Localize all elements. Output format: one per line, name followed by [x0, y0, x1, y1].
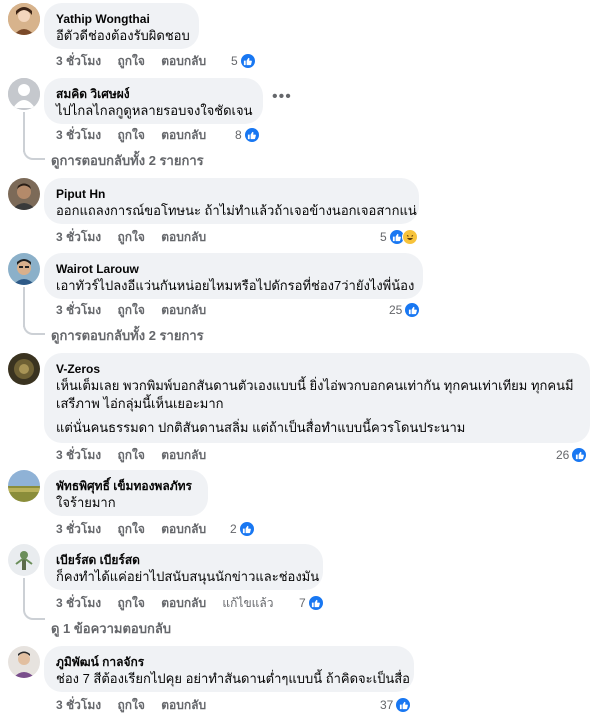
more-options-icon[interactable]: •••	[272, 88, 292, 106]
comment-text: เอาทัวร์ไปลงอีแว่นกันหน่อยไหมหรือไปดักรอ…	[56, 278, 415, 293]
reaction-count: 5	[231, 54, 238, 68]
reply-button[interactable]: ตอบกลับ	[161, 230, 206, 244]
commenter-name[interactable]: Yathip Wongthai	[56, 11, 187, 27]
reaction-count: 8	[235, 128, 242, 142]
like-reaction-icon	[239, 53, 256, 69]
commenter-name[interactable]: Piput Hn	[56, 186, 407, 202]
reply-button[interactable]: ตอบกลับ	[161, 596, 206, 610]
comment-bubble: ภูมิพัฒน์ กาลจักร ช่อง 7 สีต้องเรียกไปคุ…	[44, 646, 414, 692]
comment-bubble: Yathip Wongthai อีตัวดีช่องต้องรับผิดชอบ	[44, 3, 199, 49]
view-replies-link[interactable]: ดูการตอบกลับทั้ง 2 รายการ	[51, 327, 204, 345]
view-replies-link[interactable]: ดู 1 ข้อความตอบกลับ	[51, 620, 171, 638]
commenter-name[interactable]: พัทธพิศุทธิ์ เข็มทองพลภัทร	[56, 478, 196, 494]
reaction-summary[interactable]: 26	[556, 447, 588, 463]
comment-time[interactable]: 3 ชั่วโมง	[56, 698, 101, 712]
reply-button[interactable]: ตอบกลับ	[161, 448, 206, 462]
reaction-count: 5	[380, 230, 387, 244]
like-button[interactable]: ถูกใจ	[117, 698, 144, 712]
like-reaction-icon	[238, 521, 255, 537]
reaction-summary[interactable]: 5	[380, 229, 418, 245]
avatar[interactable]	[8, 3, 40, 35]
reply-button[interactable]: ตอบกลับ	[161, 522, 206, 536]
like-reaction-icon	[404, 302, 421, 318]
comment-text: ก็คงทำได้แค่อย่าไปสนับสนุนนักข่าวและช่อง…	[56, 569, 320, 584]
commenter-name[interactable]: สมคิด วิเศษผง์	[56, 86, 251, 102]
comment-actions: 3 ชั่วโมง ถูกใจ ตอบกลับ	[56, 447, 219, 463]
reaction-summary[interactable]: 7	[299, 595, 324, 611]
haha-reaction-icon	[401, 229, 418, 245]
comment-text-line: เห็นเต็มเลย พวกพิมพ์บอกสันดานตัวเองแบบนี…	[56, 378, 574, 393]
reaction-count: 26	[556, 448, 570, 462]
commenter-name[interactable]: เบียร์สด เบียร์สด	[56, 552, 311, 568]
comment-time[interactable]: 3 ชั่วโมง	[56, 303, 101, 317]
comment-actions: 3 ชั่วโมง ถูกใจ ตอบกลับ	[56, 697, 219, 713]
view-replies-link[interactable]: ดูการตอบกลับทั้ง 2 รายการ	[51, 152, 204, 170]
reply-button[interactable]: ตอบกลับ	[161, 303, 206, 317]
comment-text-line: แต่นั่นคนธรรมดา ปกติสันดานสลิ่ม แต่ถ้าเป…	[56, 420, 466, 435]
comment-text-line: เสรีภาพ ไอ่กลุ่มนี้เห็นเยอะมาก	[56, 396, 224, 411]
comment-time[interactable]: 3 ชั่วโมง	[56, 54, 101, 68]
reaction-summary[interactable]: 8	[235, 127, 260, 143]
avatar[interactable]	[8, 178, 40, 210]
comment-bubble: Piput Hn ออกแถลงการณ์ขอโทษนะ ถ้าไม่ทำแล้…	[44, 178, 419, 224]
commenter-name[interactable]: Wairot Larouw	[56, 261, 411, 277]
comment-actions: 3 ชั่วโมง ถูกใจ ตอบกลับ แก้ไขแล้ว	[56, 595, 287, 611]
comment-text: ช่อง 7 สีต้องเรียกไปคุย อย่าทำสันดานต่ำๆ…	[56, 671, 410, 686]
reply-button[interactable]: ตอบกลับ	[161, 128, 206, 142]
reaction-summary[interactable]: 2	[230, 521, 255, 537]
avatar[interactable]	[8, 253, 40, 285]
commenter-name[interactable]: ภูมิพัฒน์ กาลจักร	[56, 654, 402, 670]
like-button[interactable]: ถูกใจ	[117, 54, 144, 68]
commenter-name[interactable]: V-Zeros	[56, 361, 578, 377]
comment-time[interactable]: 3 ชั่วโมง	[56, 448, 101, 462]
comment-bubble: Wairot Larouw เอาทัวร์ไปลงอีแว่นกันหน่อย…	[44, 253, 423, 299]
reaction-summary[interactable]: 37	[380, 697, 412, 713]
avatar[interactable]	[8, 544, 40, 576]
reply-button[interactable]: ตอบกลับ	[161, 698, 206, 712]
like-button[interactable]: ถูกใจ	[117, 596, 144, 610]
reply-button[interactable]: ตอบกลับ	[161, 54, 206, 68]
thread-connector	[23, 315, 45, 335]
comment-text: ออกแถลงการณ์ขอโทษนะ ถ้าไม่ทำแล้วถ้าเจอข้…	[56, 203, 417, 218]
avatar[interactable]	[8, 353, 40, 385]
reaction-summary[interactable]: 5	[231, 53, 256, 69]
reaction-count: 2	[230, 522, 237, 536]
reaction-summary[interactable]: 25	[389, 302, 421, 318]
comment-actions: 3 ชั่วโมง ถูกใจ ตอบกลับ	[56, 229, 219, 245]
like-button[interactable]: ถูกใจ	[117, 128, 144, 142]
comment-actions: 3 ชั่วโมง ถูกใจ ตอบกลับ	[56, 521, 219, 537]
comment-time[interactable]: 3 ชั่วโมง	[56, 596, 101, 610]
like-reaction-icon	[395, 697, 412, 713]
comment-time[interactable]: 3 ชั่วโมง	[56, 522, 101, 536]
comment-text: อีตัวดีช่องต้องรับผิดชอบ	[56, 28, 190, 43]
comment-text: ไปไกลไกลกูดูหลายรอบจงใจชัดเจน	[56, 103, 253, 118]
like-button[interactable]: ถูกใจ	[117, 522, 144, 536]
like-button[interactable]: ถูกใจ	[117, 230, 144, 244]
avatar[interactable]	[8, 78, 40, 110]
like-reaction-icon	[307, 595, 324, 611]
like-reaction-icon	[571, 447, 588, 463]
thread-connector	[23, 140, 45, 160]
comment-text: ใจร้ายมาก	[56, 495, 116, 510]
like-button[interactable]: ถูกใจ	[117, 303, 144, 317]
avatar[interactable]	[8, 470, 40, 502]
like-button[interactable]: ถูกใจ	[117, 448, 144, 462]
comment-bubble: เบียร์สด เบียร์สด ก็คงทำได้แค่อย่าไปสนับ…	[44, 544, 323, 590]
comment-actions: 3 ชั่วโมง ถูกใจ ตอบกลับ	[56, 302, 219, 318]
reaction-count: 37	[380, 698, 394, 712]
avatar[interactable]	[8, 646, 40, 678]
edited-label: แก้ไขแล้ว	[222, 596, 274, 610]
comment-actions: 3 ชั่วโมง ถูกใจ ตอบกลับ	[56, 127, 219, 143]
like-reaction-icon	[243, 127, 260, 143]
comment-actions: 3 ชั่วโมง ถูกใจ ตอบกลับ	[56, 53, 219, 69]
comment-bubble: พัทธพิศุทธิ์ เข็มทองพลภัทร ใจร้ายมาก	[44, 470, 208, 516]
comment-bubble: สมคิด วิเศษผง์ ไปไกลไกลกูดูหลายรอบจงใจชั…	[44, 78, 263, 124]
comment-bubble: V-Zeros เห็นเต็มเลย พวกพิมพ์บอกสันดานตัว…	[44, 353, 590, 443]
reaction-count: 7	[299, 596, 306, 610]
thread-connector	[23, 598, 45, 620]
reaction-count: 25	[389, 303, 403, 317]
comment-time[interactable]: 3 ชั่วโมง	[56, 230, 101, 244]
comment-time[interactable]: 3 ชั่วโมง	[56, 128, 101, 142]
